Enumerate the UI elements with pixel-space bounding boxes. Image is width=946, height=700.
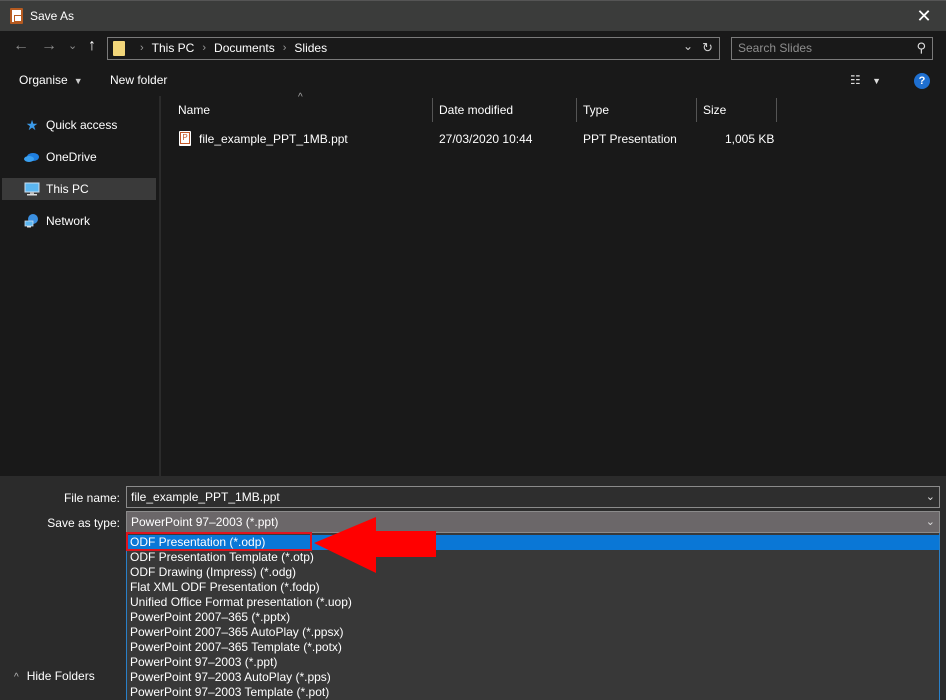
sidebar-item-onedrive[interactable]: OneDrive xyxy=(2,146,156,168)
sort-ascending-icon: ^ xyxy=(298,92,303,103)
column-divider[interactable] xyxy=(432,98,433,122)
file-list: ^ Name Date modified Type Size file_exam… xyxy=(161,92,946,476)
search-icon[interactable]: ⚲ xyxy=(916,40,926,56)
breadcrumb-separator[interactable]: › xyxy=(202,42,206,54)
column-header-name[interactable]: Name xyxy=(178,103,210,117)
caret-down-icon: ▼ xyxy=(73,76,83,86)
caret-down-icon: ▼ xyxy=(872,76,882,86)
dropdown-option[interactable]: PowerPoint 2007–365 (*.pptx) xyxy=(127,610,939,625)
libreoffice-impress-icon xyxy=(10,8,23,24)
chevron-down-icon[interactable]: ⌄ xyxy=(683,39,693,53)
save-as-type-value: PowerPoint 97–2003 (*.ppt) xyxy=(131,515,279,529)
file-type: PPT Presentation xyxy=(583,132,677,146)
sidebar-item-this-pc[interactable]: This PC xyxy=(2,178,156,200)
sidebar-item-quick-access[interactable]: ★ Quick access xyxy=(2,114,156,136)
column-header-size[interactable]: Size xyxy=(703,103,726,117)
sidebar-item-label: Quick access xyxy=(46,118,118,132)
refresh-icon[interactable]: ↻ xyxy=(702,40,713,56)
title-bar: Save As ✕ xyxy=(0,0,946,31)
dropdown-option[interactable]: PowerPoint 2007–365 AutoPlay (*.ppsx) xyxy=(127,625,939,640)
dropdown-option[interactable]: PowerPoint 97–2003 (*.ppt) xyxy=(127,655,939,670)
save-as-type-select[interactable]: PowerPoint 97–2003 (*.ppt) ⌄ xyxy=(126,511,940,533)
command-toolbar: Organise ▼ New folder ☷ ▼ ? xyxy=(0,65,946,96)
search-input[interactable] xyxy=(738,41,908,55)
chevron-up-icon: ^ xyxy=(14,672,19,683)
forward-icon[interactable]: → xyxy=(41,37,57,55)
up-folder-icon[interactable]: ↑ xyxy=(88,37,96,55)
dropdown-option[interactable]: PowerPoint 97–2003 Template (*.pot) xyxy=(127,685,939,700)
column-headers: ^ Name Date modified Type Size xyxy=(161,92,781,123)
dropdown-option[interactable]: PowerPoint 2007–365 Template (*.potx) xyxy=(127,640,939,655)
hide-folders-label: Hide Folders xyxy=(26,669,95,683)
breadcrumb-documents[interactable]: Documents xyxy=(214,41,275,55)
dropdown-option[interactable]: ODF Presentation Template (*.otp) xyxy=(127,550,939,565)
sidebar-item-label: This PC xyxy=(46,182,89,196)
file-type-dropdown-list: ODF Presentation (*.odp) ODF Presentatio… xyxy=(126,533,940,700)
file-name-input[interactable] xyxy=(131,490,911,504)
chevron-down-icon[interactable]: ⌄ xyxy=(926,490,935,503)
organise-button[interactable]: Organise ▼ xyxy=(19,73,83,87)
close-button[interactable]: ✕ xyxy=(906,3,942,29)
file-name-field: ⌄ xyxy=(126,486,940,508)
organise-label: Organise xyxy=(19,73,68,87)
column-divider[interactable] xyxy=(696,98,697,122)
sidebar-item-network[interactable]: Network xyxy=(2,210,156,232)
column-divider[interactable] xyxy=(576,98,577,122)
hide-folders-button[interactable]: ^ Hide Folders xyxy=(14,669,95,683)
navigation-pane: ★ Quick access OneDrive This PC Network xyxy=(0,96,160,476)
breadcrumb-separator[interactable]: › xyxy=(283,42,287,54)
breadcrumb-separator[interactable]: › xyxy=(140,42,144,54)
computer-icon xyxy=(24,181,40,197)
breadcrumb-slides[interactable]: Slides xyxy=(294,41,327,55)
dropdown-option[interactable]: ODF Presentation (*.odp) xyxy=(127,535,939,550)
sidebar-item-label: Network xyxy=(46,214,91,228)
ppt-file-icon xyxy=(179,131,191,146)
dropdown-option[interactable]: ODF Drawing (Impress) (*.odg) xyxy=(127,565,939,580)
dropdown-option[interactable]: Unified Office Format presentation (*.uo… xyxy=(127,595,939,610)
network-icon xyxy=(24,213,40,229)
back-icon[interactable]: ← xyxy=(13,37,29,55)
sidebar-item-label: OneDrive xyxy=(46,150,97,164)
cloud-icon xyxy=(24,149,40,165)
search-box: ⚲ xyxy=(731,37,933,60)
breadcrumb: › This PC › Documents › Slides xyxy=(132,41,327,55)
file-name-label: File name: xyxy=(63,491,120,505)
change-view-button[interactable]: ☷ ▼ xyxy=(850,73,881,87)
details-view-icon: ☷ xyxy=(850,73,861,87)
column-divider[interactable] xyxy=(776,98,777,122)
column-header-type[interactable]: Type xyxy=(583,103,609,117)
breadcrumb-this-pc[interactable]: This PC xyxy=(152,41,195,55)
window-title: Save As xyxy=(30,9,75,23)
file-name: file_example_PPT_1MB.ppt xyxy=(199,132,348,146)
folder-icon xyxy=(113,41,125,56)
new-folder-button[interactable]: New folder xyxy=(110,73,167,87)
dropdown-option[interactable]: Flat XML ODF Presentation (*.fodp) xyxy=(127,580,939,595)
star-icon: ★ xyxy=(25,116,39,133)
chevron-down-icon[interactable]: ⌄ xyxy=(926,515,935,528)
address-bar[interactable]: › This PC › Documents › Slides ⌄ ↻ xyxy=(107,37,720,60)
recent-locations-icon[interactable]: ⌄ xyxy=(68,39,77,52)
help-button[interactable]: ? xyxy=(914,73,930,89)
save-as-type-label: Save as type: xyxy=(47,516,120,530)
file-row[interactable]: file_example_PPT_1MB.ppt 27/03/2020 10:4… xyxy=(161,129,781,149)
column-header-date-modified[interactable]: Date modified xyxy=(439,103,513,117)
navigation-bar: ← → ⌄ ↑ › This PC › Documents › Slides ⌄… xyxy=(0,31,946,65)
file-date-modified: 27/03/2020 10:44 xyxy=(439,132,533,146)
dropdown-option[interactable]: PowerPoint 97–2003 AutoPlay (*.pps) xyxy=(127,670,939,685)
file-size: 1,005 KB xyxy=(725,132,775,146)
